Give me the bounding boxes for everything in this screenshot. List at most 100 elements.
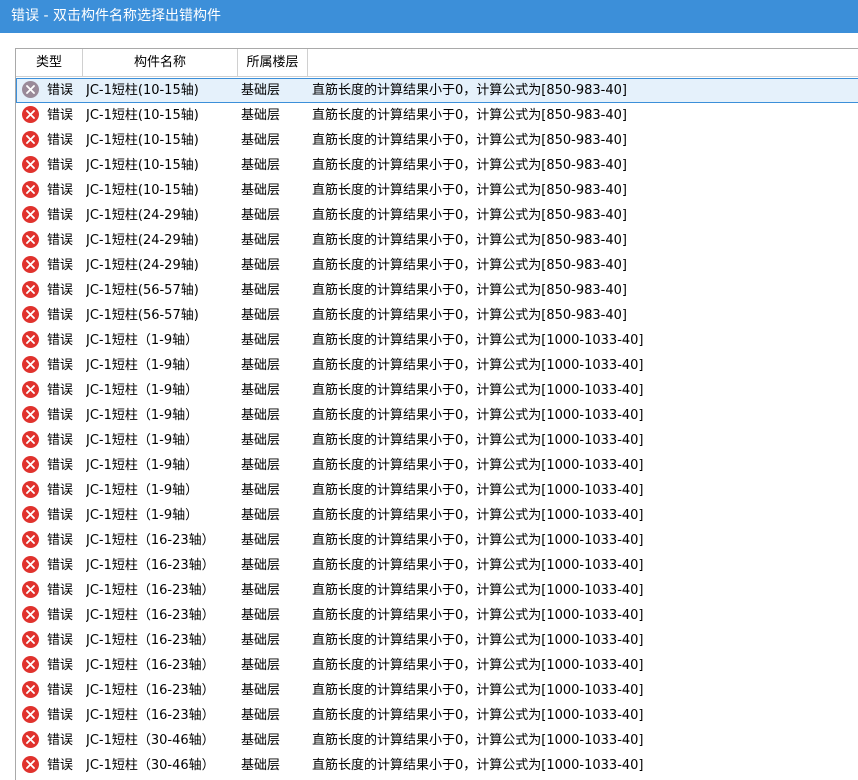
column-header-type[interactable]: 类型 <box>16 49 83 76</box>
table-row[interactable]: 错误 JC-1短柱(10-15轴) 基础层 直筋长度的计算结果小于0，计算公式为[85… <box>16 103 858 128</box>
row-icon-cell <box>20 128 40 153</box>
row-icon-cell <box>20 553 40 578</box>
error-x-circle-icon <box>22 481 39 498</box>
row-icon-cell <box>20 303 40 328</box>
cell-component-name[interactable]: JC-1短柱（16-23轴） <box>86 553 238 578</box>
table-row[interactable]: 错误 JC-1短柱（30-46轴） 基础层 直筋长度的计算结果小于0，计算公式为[10… <box>16 728 858 753</box>
cell-component-name[interactable]: JC-1短柱（30-46轴） <box>86 753 238 778</box>
table-row[interactable]: 错误 JC-1短柱（16-23轴） 基础层 直筋长度的计算结果小于0，计算公式为[10… <box>16 578 858 603</box>
table-row[interactable]: 错误 JC-1短柱（1-9轴） 基础层 直筋长度的计算结果小于0，计算公式为[1000… <box>16 328 858 353</box>
row-icon-cell <box>20 678 40 703</box>
table-row[interactable]: 错误 JC-1短柱（1-9轴） 基础层 直筋长度的计算结果小于0，计算公式为[1000… <box>16 478 858 503</box>
error-x-circle-icon <box>22 106 39 123</box>
cell-component-name[interactable]: JC-1短柱（16-23轴） <box>86 678 238 703</box>
table-row[interactable]: 错误 JC-1短柱（1-9轴） 基础层 直筋长度的计算结果小于0，计算公式为[1000… <box>16 453 858 478</box>
cell-type: 错误 <box>47 108 74 123</box>
cell-floor: 基础层 <box>241 408 281 423</box>
cell-component-name[interactable]: JC-1短柱（16-23轴） <box>86 603 238 628</box>
cell-description: 直筋长度的计算结果小于0，计算公式为[1000-1033-40] <box>312 558 644 573</box>
cell-component-name[interactable]: JC-1短柱(24-29轴) <box>86 228 238 253</box>
table-row[interactable]: 错误 JC-1短柱(24-29轴) 基础层 直筋长度的计算结果小于0，计算公式为[85… <box>16 203 858 228</box>
cell-component-name[interactable]: JC-1短柱（16-23轴） <box>86 578 238 603</box>
cell-component-name[interactable]: JC-1短柱(24-29轴) <box>86 203 238 228</box>
table-row[interactable]: 错误 JC-1短柱(24-29轴) 基础层 直筋长度的计算结果小于0，计算公式为[85… <box>16 253 858 278</box>
cell-component-name[interactable]: JC-1短柱(24-29轴) <box>86 253 238 278</box>
cell-component-name[interactable]: JC-1短柱（16-23轴） <box>86 528 238 553</box>
cell-type: 错误 <box>47 633 74 648</box>
cell-floor: 基础层 <box>241 308 281 323</box>
cell-description: 直筋长度的计算结果小于0，计算公式为[1000-1033-40] <box>312 658 644 673</box>
cell-component-name[interactable]: JC-1短柱(10-15轴) <box>86 128 238 153</box>
cell-component-name[interactable]: JC-1短柱(56-57轴) <box>86 278 238 303</box>
cell-description: 直筋长度的计算结果小于0，计算公式为[850-983-40] <box>312 283 627 298</box>
column-header-name[interactable]: 构件名称 <box>83 49 238 76</box>
cell-description: 直筋长度的计算结果小于0，计算公式为[850-983-40] <box>312 183 627 198</box>
cell-component-name[interactable]: JC-1短柱(10-15轴) <box>86 153 238 178</box>
table-row[interactable]: 错误 JC-1短柱（1-9轴） 基础层 直筋长度的计算结果小于0，计算公式为[1000… <box>16 403 858 428</box>
error-x-circle-icon <box>22 206 39 223</box>
cell-component-name[interactable]: JC-1短柱（1-9轴） <box>86 428 238 453</box>
cell-type: 错误 <box>47 133 74 148</box>
error-x-circle-icon <box>22 531 39 548</box>
cell-description: 直筋长度的计算结果小于0，计算公式为[1000-1033-40] <box>312 383 644 398</box>
table-row[interactable]: 错误 JC-1短柱（16-23轴） 基础层 直筋长度的计算结果小于0，计算公式为[10… <box>16 603 858 628</box>
cell-component-name[interactable]: JC-1短柱（30-46轴） <box>86 728 238 753</box>
table-row[interactable]: 错误 JC-1短柱(10-15轴) 基础层 直筋长度的计算结果小于0，计算公式为[85… <box>16 178 858 203</box>
cell-floor: 基础层 <box>241 733 281 748</box>
column-header-floor[interactable]: 所属楼层 <box>238 49 308 76</box>
column-header-description[interactable] <box>308 49 858 76</box>
cell-component-name[interactable]: JC-1短柱（16-23轴） <box>86 703 238 728</box>
table-row[interactable]: 错误 JC-1短柱（1-9轴） 基础层 直筋长度的计算结果小于0，计算公式为[1000… <box>16 503 858 528</box>
cell-component-name[interactable]: JC-1短柱（1-9轴） <box>86 378 238 403</box>
row-icon-cell <box>20 253 40 278</box>
table-row[interactable]: 错误 JC-1短柱（16-23轴） 基础层 直筋长度的计算结果小于0，计算公式为[10… <box>16 703 858 728</box>
cell-component-name[interactable]: JC-1短柱（1-9轴） <box>86 403 238 428</box>
cell-component-name[interactable]: JC-1短柱（16-23轴） <box>86 653 238 678</box>
table-row[interactable]: 错误 JC-1短柱（16-23轴） 基础层 直筋长度的计算结果小于0，计算公式为[10… <box>16 628 858 653</box>
error-list-table[interactable]: 类型 构件名称 所属楼层 错误 JC-1短柱(10-15轴) 基础层 直筋长度的计算结… <box>15 48 858 780</box>
table-row[interactable]: 错误 JC-1短柱(56-57轴) 基础层 直筋长度的计算结果小于0，计算公式为[85… <box>16 278 858 303</box>
cell-type: 错误 <box>47 508 74 523</box>
cell-component-name[interactable]: JC-1短柱（1-9轴） <box>86 453 238 478</box>
table-row[interactable]: 错误 JC-1短柱（16-23轴） 基础层 直筋长度的计算结果小于0，计算公式为[10… <box>16 528 858 553</box>
row-icon-cell <box>20 403 40 428</box>
cell-component-name[interactable]: JC-1短柱(56-57轴) <box>86 303 238 328</box>
cell-floor: 基础层 <box>241 258 281 273</box>
table-row[interactable]: 错误 JC-1短柱(24-29轴) 基础层 直筋长度的计算结果小于0，计算公式为[85… <box>16 228 858 253</box>
error-x-circle-icon <box>22 631 39 648</box>
table-row[interactable]: 错误 JC-1短柱（1-9轴） 基础层 直筋长度的计算结果小于0，计算公式为[1000… <box>16 353 858 378</box>
table-row[interactable]: 错误 JC-1短柱(56-57轴) 基础层 直筋长度的计算结果小于0，计算公式为[85… <box>16 303 858 328</box>
cell-description: 直筋长度的计算结果小于0，计算公式为[850-983-40] <box>312 83 627 98</box>
table-row[interactable]: 错误 JC-1短柱（30-46轴） 基础层 直筋长度的计算结果小于0，计算公式为[10… <box>16 753 858 778</box>
cell-type: 错误 <box>47 208 74 223</box>
table-row[interactable]: 错误 JC-1短柱（16-23轴） 基础层 直筋长度的计算结果小于0，计算公式为[10… <box>16 553 858 578</box>
cell-component-name[interactable]: JC-1短柱（1-9轴） <box>86 328 238 353</box>
row-icon-cell <box>20 228 40 253</box>
cell-component-name[interactable]: JC-1短柱（1-9轴） <box>86 478 238 503</box>
cell-component-name[interactable]: JC-1短柱（1-9轴） <box>86 353 238 378</box>
cell-floor: 基础层 <box>241 608 281 623</box>
cell-type: 错误 <box>47 458 74 473</box>
cell-floor: 基础层 <box>241 208 281 223</box>
cell-type: 错误 <box>47 533 74 548</box>
error-x-circle-icon <box>22 381 39 398</box>
table-row[interactable]: 错误 JC-1短柱(10-15轴) 基础层 直筋长度的计算结果小于0，计算公式为[85… <box>16 153 858 178</box>
error-x-circle-icon <box>22 506 39 523</box>
cell-floor: 基础层 <box>241 683 281 698</box>
cell-floor: 基础层 <box>241 358 281 373</box>
cell-component-name[interactable]: JC-1短柱(10-15轴) <box>86 103 238 128</box>
row-icon-cell <box>20 753 40 778</box>
table-row[interactable]: 错误 JC-1短柱(10-15轴) 基础层 直筋长度的计算结果小于0，计算公式为[85… <box>16 78 858 103</box>
table-row[interactable]: 错误 JC-1短柱（16-23轴） 基础层 直筋长度的计算结果小于0，计算公式为[10… <box>16 678 858 703</box>
table-row[interactable]: 错误 JC-1短柱（1-9轴） 基础层 直筋长度的计算结果小于0，计算公式为[1000… <box>16 378 858 403</box>
cell-component-name[interactable]: JC-1短柱（1-9轴） <box>86 503 238 528</box>
table-row[interactable]: 错误 JC-1短柱（1-9轴） 基础层 直筋长度的计算结果小于0，计算公式为[1000… <box>16 428 858 453</box>
cell-component-name[interactable]: JC-1短柱(10-15轴) <box>86 78 238 103</box>
table-row[interactable]: 错误 JC-1短柱（16-23轴） 基础层 直筋长度的计算结果小于0，计算公式为[10… <box>16 653 858 678</box>
table-row[interactable]: 错误 JC-1短柱(10-15轴) 基础层 直筋长度的计算结果小于0，计算公式为[85… <box>16 128 858 153</box>
cell-component-name[interactable]: JC-1短柱（16-23轴） <box>86 628 238 653</box>
row-icon-cell <box>20 153 40 178</box>
cell-component-name[interactable]: JC-1短柱(10-15轴) <box>86 178 238 203</box>
error-x-circle-icon <box>22 181 39 198</box>
cell-type: 错误 <box>47 608 74 623</box>
